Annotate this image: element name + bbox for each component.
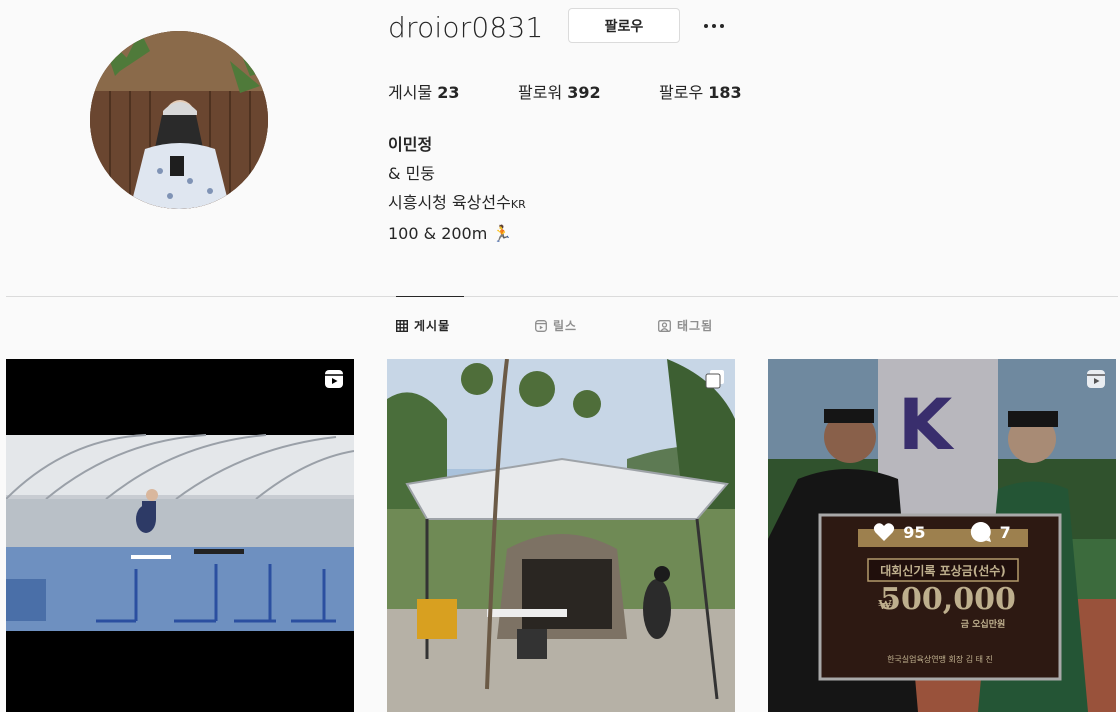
more-options-icon[interactable] <box>700 12 728 40</box>
post-tile[interactable] <box>387 359 735 712</box>
bio-suffix: KR <box>510 198 526 211</box>
bio-text: 시흥시청 육상선수 <box>388 193 511 212</box>
stat-value: 183 <box>708 83 742 102</box>
posts-grid: K 대회신기록 포상금(선수) ₩ 500,000 금 오십만원 한국실업육상연… <box>0 359 1120 712</box>
profile-avatar[interactable] <box>90 31 268 209</box>
comment-icon <box>970 521 991 542</box>
stat-value: 392 <box>567 83 601 102</box>
tab-label: 게시물 <box>414 319 451 333</box>
comments-count: 7 <box>970 521 1011 543</box>
post-tile[interactable]: K 대회신기록 포상금(선수) ₩ 500,000 금 오십만원 한국실업육상연… <box>768 359 1116 712</box>
profile-bio: 이민정 & 민둥 시흥시청 육상선수KR 100 & 200m 🏃 <box>388 130 526 248</box>
stat-value: 23 <box>437 83 460 102</box>
dot <box>720 24 724 28</box>
profile-username: droior0831 <box>388 11 544 44</box>
reels-icon <box>1087 370 1105 388</box>
post-tile[interactable] <box>6 359 354 712</box>
profile-tabs: 게시물 릴스 태그됨 <box>0 317 1120 339</box>
dot <box>712 24 716 28</box>
stat-label: 팔로워 <box>518 83 563 102</box>
profile-full-name: 이민정 <box>388 135 433 154</box>
tab-reels[interactable]: 릴스 <box>535 317 577 334</box>
section-divider <box>6 296 1118 297</box>
stat-following[interactable]: 팔로우 183 <box>659 80 742 106</box>
post-image <box>387 359 735 712</box>
bio-line: & 민둥 <box>388 164 436 183</box>
stat-posts: 게시물 23 <box>388 80 470 106</box>
grid-icon <box>396 319 408 332</box>
tab-tagged[interactable]: 태그됨 <box>658 317 713 334</box>
dot <box>704 24 708 28</box>
active-tab-indicator <box>396 296 464 297</box>
stat-label: 팔로우 <box>659 83 704 102</box>
post-hover-stats: 95 7 <box>768 521 1116 543</box>
reels-icon <box>535 319 547 332</box>
likes-count: 95 <box>873 521 926 543</box>
tab-posts[interactable]: 게시물 <box>396 317 450 334</box>
tab-label: 태그됨 <box>677 319 714 333</box>
stat-followers[interactable]: 팔로워 392 <box>518 80 612 106</box>
post-image <box>6 359 354 712</box>
heart-icon <box>874 523 895 541</box>
tagged-icon <box>658 319 671 332</box>
likes-value: 95 <box>903 522 926 542</box>
comments-value: 7 <box>999 522 1011 542</box>
tab-label: 릴스 <box>553 319 578 333</box>
bio-line: 100 & 200m 🏃 <box>388 224 513 243</box>
bio-line: 시흥시청 육상선수KR <box>388 188 526 219</box>
follow-button[interactable]: 팔로우 <box>568 8 680 43</box>
profile-stats: 게시물 23 팔로워 392 팔로우 183 <box>388 80 790 106</box>
reels-icon <box>325 370 343 388</box>
carousel-icon <box>705 370 724 389</box>
stat-label: 게시물 <box>388 83 433 102</box>
